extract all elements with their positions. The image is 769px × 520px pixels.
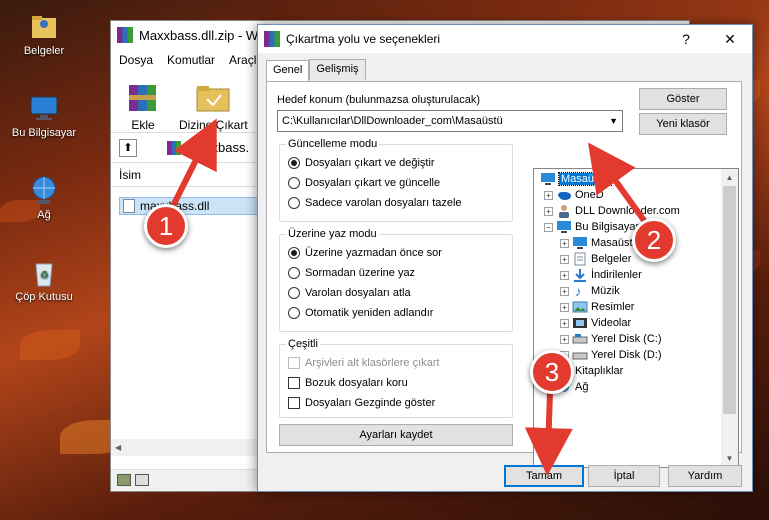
arrow-to-ok [524, 391, 573, 476]
arrow-to-desktop [587, 142, 651, 228]
callout-badge-2: 2 [632, 218, 676, 262]
callout-badge-3: 3 [530, 350, 574, 394]
callout-badge-1: 1 [144, 204, 188, 248]
arrow-to-extract [167, 118, 217, 214]
